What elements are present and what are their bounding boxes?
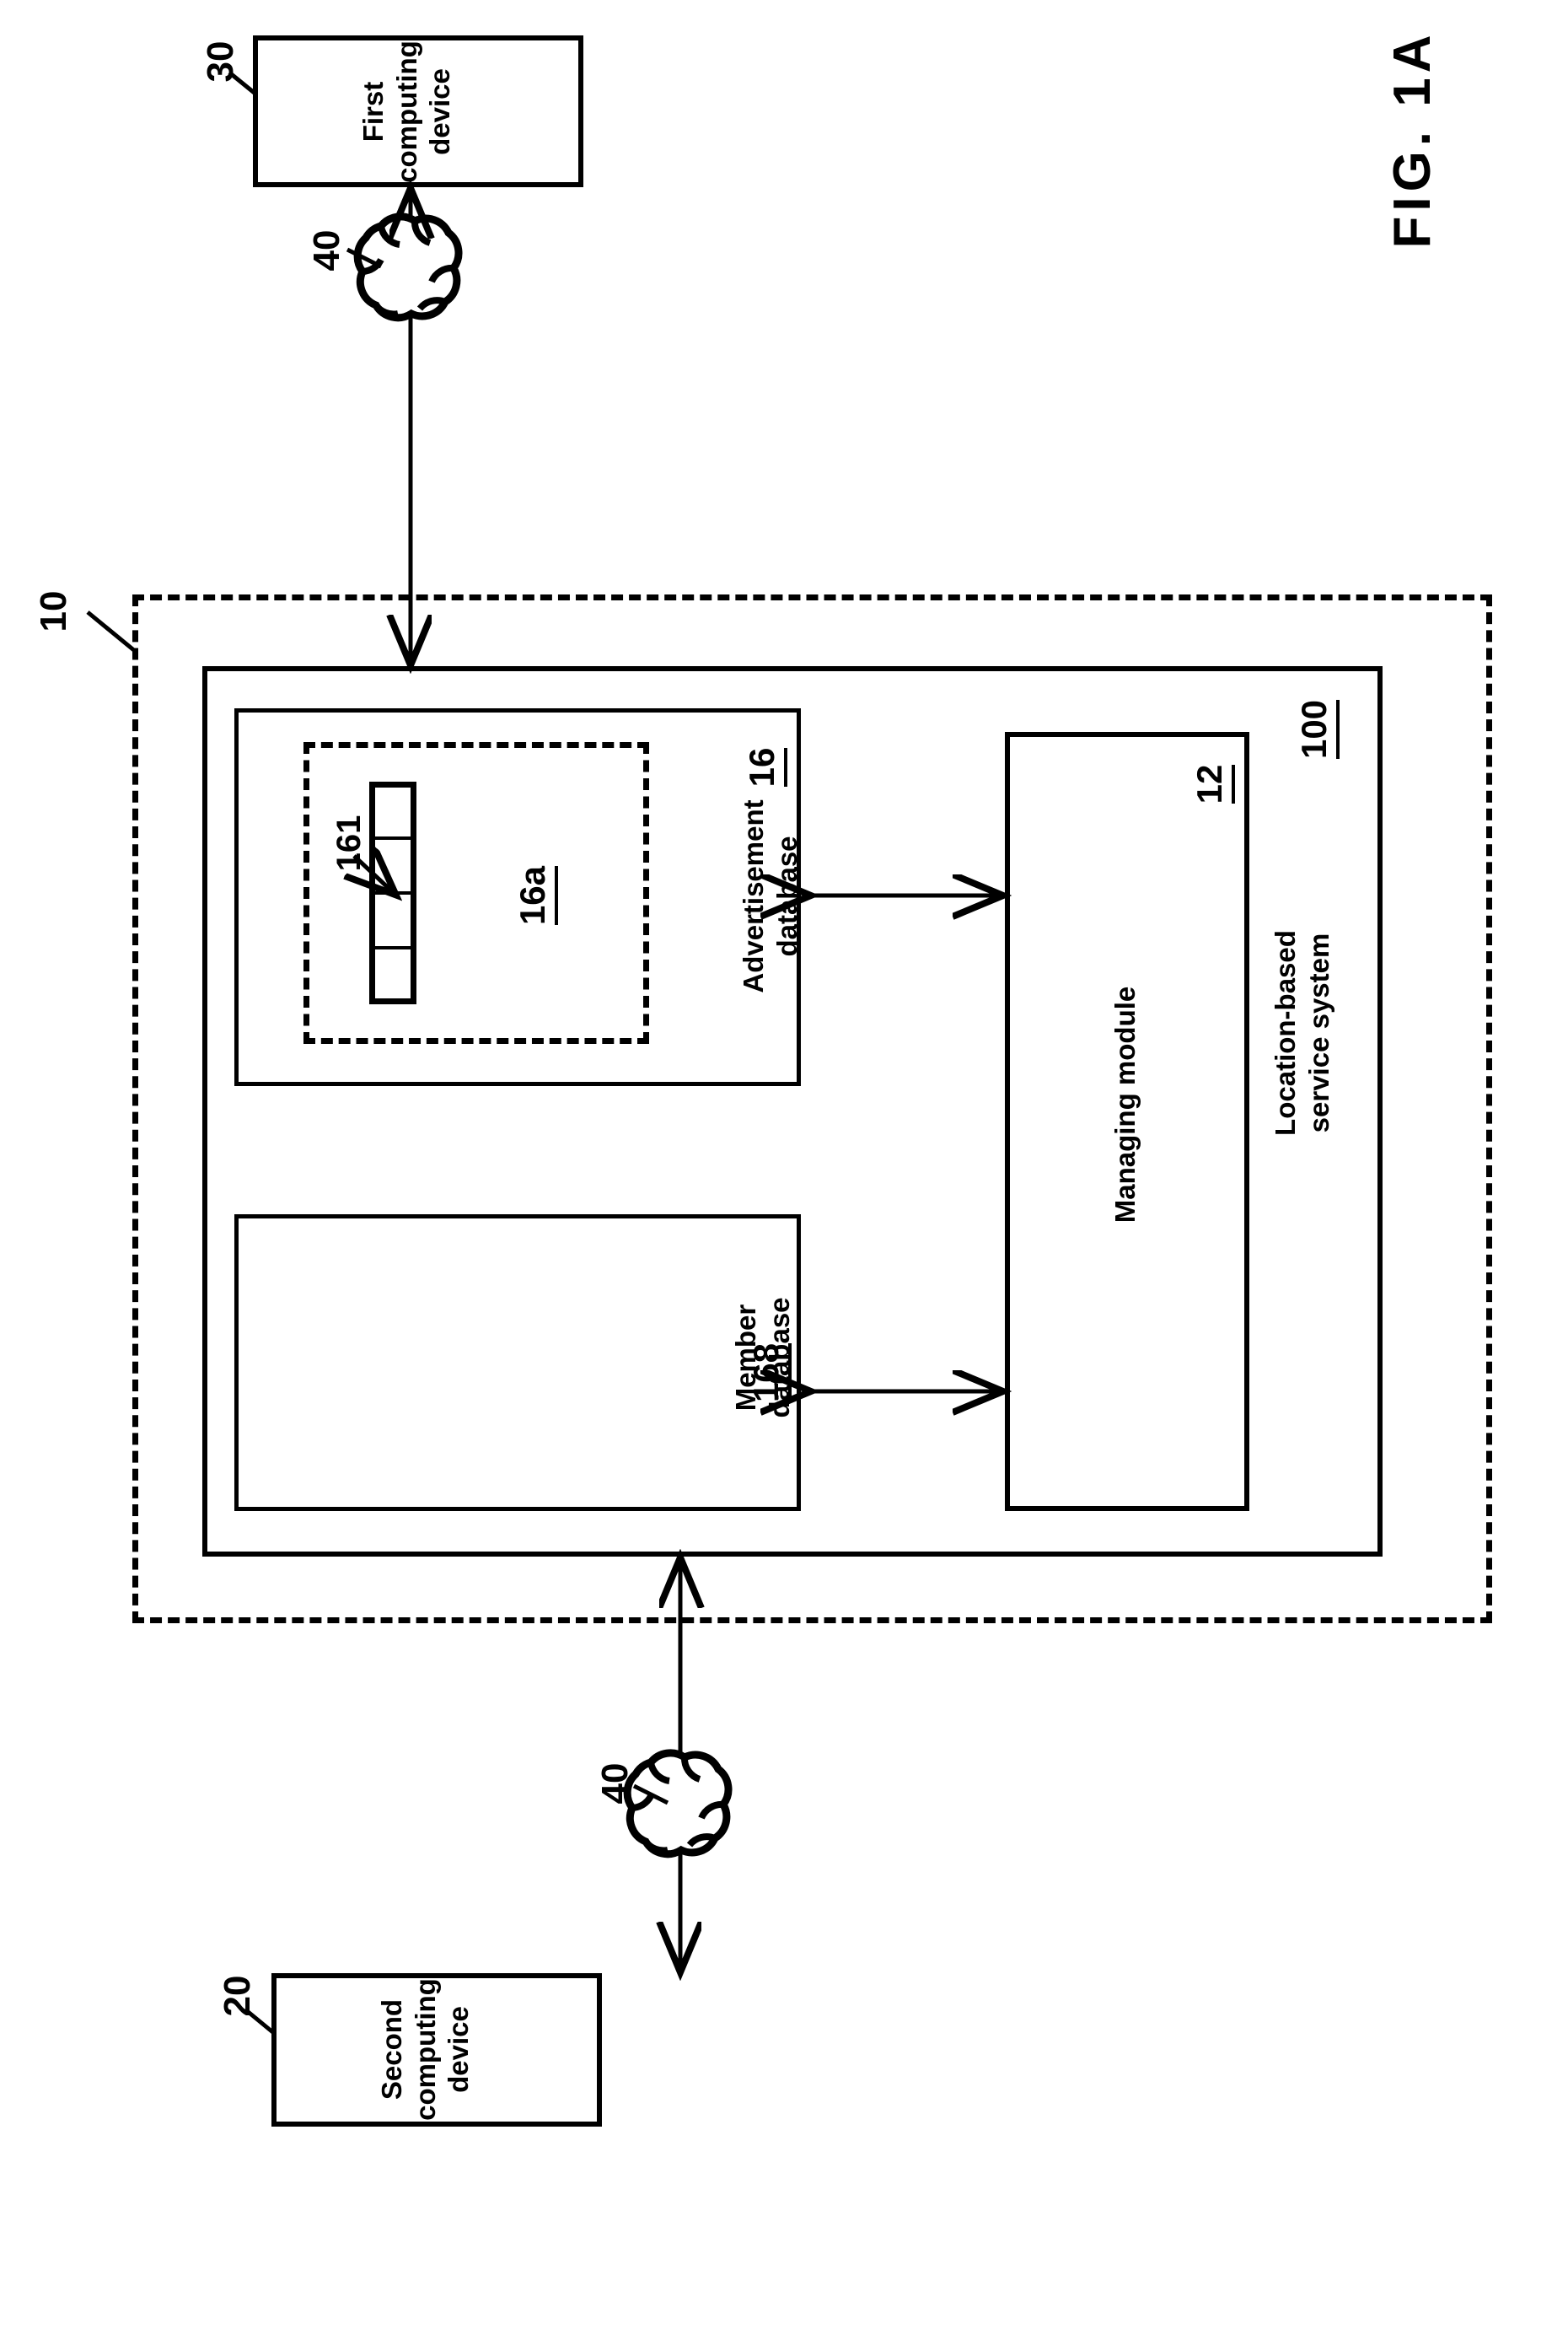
figure-title: FIG. 1A xyxy=(1383,30,1442,249)
first-computing-device-ref: 30 xyxy=(200,40,241,83)
member-database-ref: 168 xyxy=(742,1331,796,1415)
location-based-service-system-label: Location-based service system xyxy=(1270,930,1334,1136)
patent-figure-sheet: First computing device 30 40 10 Location… xyxy=(0,0,1568,2329)
leader-line-10 xyxy=(86,610,137,653)
advertisement-cell-divider xyxy=(369,836,416,840)
ref-number-16a: 16a xyxy=(513,865,558,926)
ref-number-168: 168 xyxy=(746,1342,792,1403)
system-boundary-ref: 10 xyxy=(33,590,74,632)
network-top-ref: 40 xyxy=(306,229,347,272)
cloud-icon-top xyxy=(353,212,463,322)
advertisement-cell-divider xyxy=(369,891,416,895)
advertisement-group-ref: 16a xyxy=(508,858,562,933)
first-computing-device-label: First computing device xyxy=(357,40,456,183)
advertisement-database-ref: 16 xyxy=(739,738,790,797)
managing-module-ref: 12 xyxy=(1187,755,1238,814)
ref-number-16: 16 xyxy=(742,747,787,788)
network-bottom-ref: 40 xyxy=(594,1762,636,1805)
ref-number-100: 100 xyxy=(1294,699,1340,760)
member-database-box xyxy=(234,1214,801,1511)
advertisement-cell-divider xyxy=(369,946,416,949)
location-based-service-system-ref: 100 xyxy=(1291,699,1342,760)
managing-module-label: Managing module xyxy=(1109,986,1141,1224)
advertisement-database-label: Advertisement database xyxy=(738,799,803,993)
advertisement-cell-ref: 161 xyxy=(330,815,368,872)
cloud-icon-bottom xyxy=(623,1749,733,1858)
second-computing-device-ref: 20 xyxy=(217,1975,258,2017)
second-computing-device-label: Second computing device xyxy=(376,1978,475,2121)
ref-number-12: 12 xyxy=(1189,764,1235,804)
advertisement-group-dashed-box xyxy=(303,742,649,1044)
